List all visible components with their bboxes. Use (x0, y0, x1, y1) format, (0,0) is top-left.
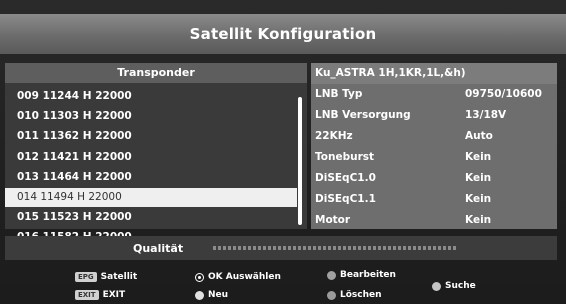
transponder-row[interactable]: 013 11464 H 22000 (5, 168, 297, 187)
yellow-key-icon (327, 290, 336, 300)
config-value: Auto (465, 130, 493, 142)
footer-delete[interactable]: Löschen (327, 288, 382, 302)
footer-delete-label: Löschen (340, 290, 382, 300)
config-value: Kein (465, 193, 492, 205)
config-value: Kein (465, 172, 492, 184)
config-row-22khz[interactable]: 22KHz Auto (311, 126, 557, 147)
transponder-row[interactable]: 011 11362 H 22000 (5, 127, 297, 146)
config-row-diseqc11[interactable]: DiSEqC1.1 Kein (311, 189, 557, 210)
transponder-list[interactable]: 009 11244 H 22000 010 11303 H 22000 011 … (5, 87, 297, 249)
config-label: Toneburst (315, 151, 375, 163)
footer-search-label: Suche (445, 281, 476, 291)
config-value: 13/18V (465, 109, 507, 121)
config-row-diseqc10[interactable]: DiSEqC1.0 Kein (311, 168, 557, 189)
epg-key-icon: EPG (75, 272, 97, 282)
footer-epg[interactable]: EPG Satellit (75, 270, 137, 284)
transponder-row-selected[interactable]: 014 11494 H 22000 (5, 187, 297, 207)
transponder-panel: Transponder 009 11244 H 22000 010 11303 … (5, 63, 307, 243)
config-row-motor[interactable]: Motor Kein (311, 210, 557, 231)
footer-ok-label: OK Auswählen (208, 272, 281, 282)
footer-epg-label: Satellit (100, 272, 138, 282)
page-title: Satellit Konfiguration (189, 25, 377, 43)
footer-edit[interactable]: Bearbeiten (327, 268, 396, 282)
transponder-row[interactable]: 015 11523 H 22000 (5, 208, 297, 227)
config-label: LNB Versorgung (315, 109, 411, 121)
transponder-header: Transponder (5, 63, 307, 83)
title-bar: Satellit Konfiguration (0, 14, 566, 54)
config-row-toneburst[interactable]: Toneburst Kein (311, 147, 557, 168)
button-legend: EPG Satellit EXIT EXIT OK Auswählen Neu … (0, 267, 566, 304)
ok-key-icon (195, 272, 204, 282)
red-key-icon (327, 270, 336, 280)
transponder-row[interactable]: 009 11244 H 22000 (5, 87, 297, 106)
transponder-row[interactable]: 010 11303 H 22000 (5, 107, 297, 126)
footer-exit-label: EXIT (102, 290, 126, 300)
config-value: Kein (465, 214, 492, 226)
footer-edit-label: Bearbeiten (340, 270, 396, 280)
config-label: LNB Typ (315, 88, 363, 100)
blue-key-icon (432, 281, 441, 291)
transponder-row[interactable]: 012 11421 H 22000 (5, 148, 297, 167)
footer-new[interactable]: Neu (195, 288, 228, 302)
satellite-config-panel: Ku_ASTRA 1H,1KR,1L,&h) LNB Typ 09750/106… (311, 63, 557, 229)
footer-new-label: Neu (208, 290, 229, 300)
tv-screen: Satellit Konfiguration Transponder 009 1… (0, 0, 566, 304)
config-value: Kein (465, 151, 492, 163)
exit-key-icon: EXIT (75, 290, 99, 300)
config-label: 22KHz (315, 130, 353, 142)
quality-meter: Qualität (5, 236, 557, 260)
config-label: DiSEqC1.1 (315, 193, 376, 205)
config-label: DiSEqC1.0 (315, 172, 376, 184)
config-row-lnb-type[interactable]: LNB Typ 09750/10600 (311, 84, 557, 105)
quality-level-bar (213, 246, 457, 250)
footer-exit[interactable]: EXIT EXIT (75, 288, 125, 302)
satellite-name: Ku_ASTRA 1H,1KR,1L,&h) (311, 63, 557, 84)
list-scrollbar[interactable] (298, 97, 302, 225)
config-row-lnb-power[interactable]: LNB Versorgung 13/18V (311, 105, 557, 126)
green-key-icon (195, 290, 204, 300)
quality-label: Qualität (133, 242, 184, 255)
footer-ok[interactable]: OK Auswählen (195, 270, 281, 284)
footer-search[interactable]: Suche (432, 279, 476, 293)
config-label: Motor (315, 214, 351, 226)
config-value: 09750/10600 (465, 88, 542, 100)
